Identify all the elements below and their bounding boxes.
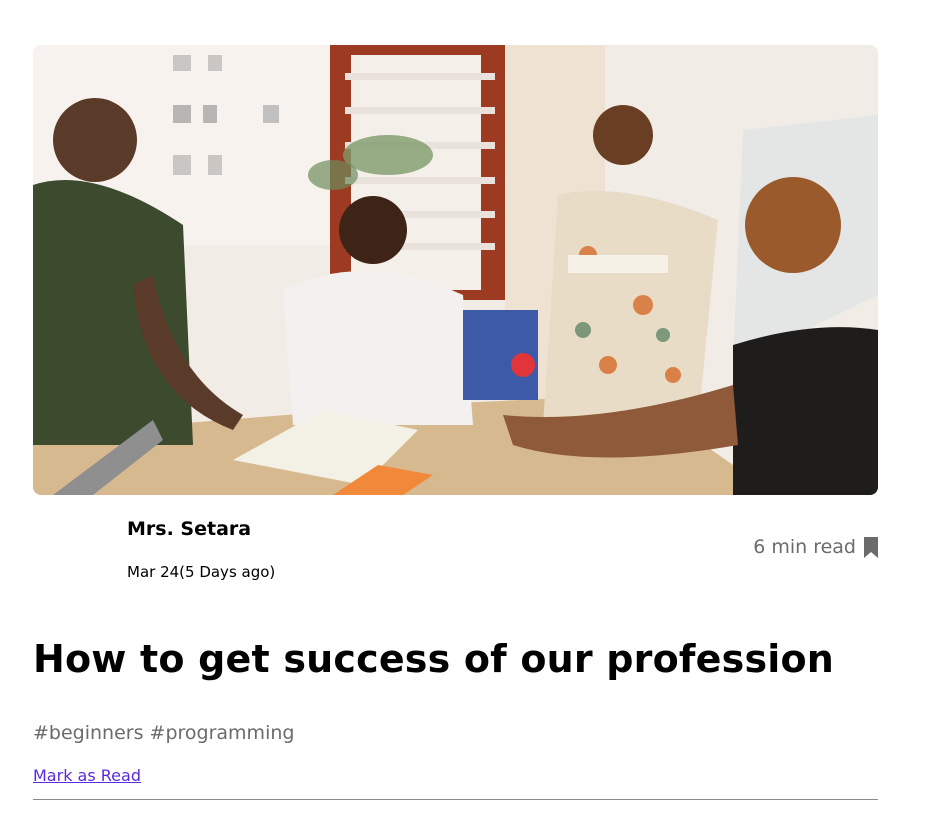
bookmark-icon[interactable] [864, 536, 878, 558]
post-title[interactable]: How to get success of our profession [33, 637, 834, 681]
post-cover-image[interactable] [33, 45, 878, 495]
author-name[interactable]: Mrs. Setara [127, 518, 251, 540]
post-card: Mrs. Setara Mar 24(5 Days ago) 6 min rea… [33, 45, 878, 800]
post-date: Mar 24(5 Days ago) [127, 563, 276, 581]
cover-illustration [33, 45, 878, 495]
read-time: 6 min read [753, 536, 856, 558]
mark-as-read-link[interactable]: Mark as Read [33, 766, 141, 785]
post-meta: Mrs. Setara Mar 24(5 Days ago) 6 min rea… [33, 495, 878, 595]
divider [33, 799, 878, 800]
post-tags: #beginners #programming [33, 722, 295, 744]
read-time-group: 6 min read [753, 536, 878, 558]
